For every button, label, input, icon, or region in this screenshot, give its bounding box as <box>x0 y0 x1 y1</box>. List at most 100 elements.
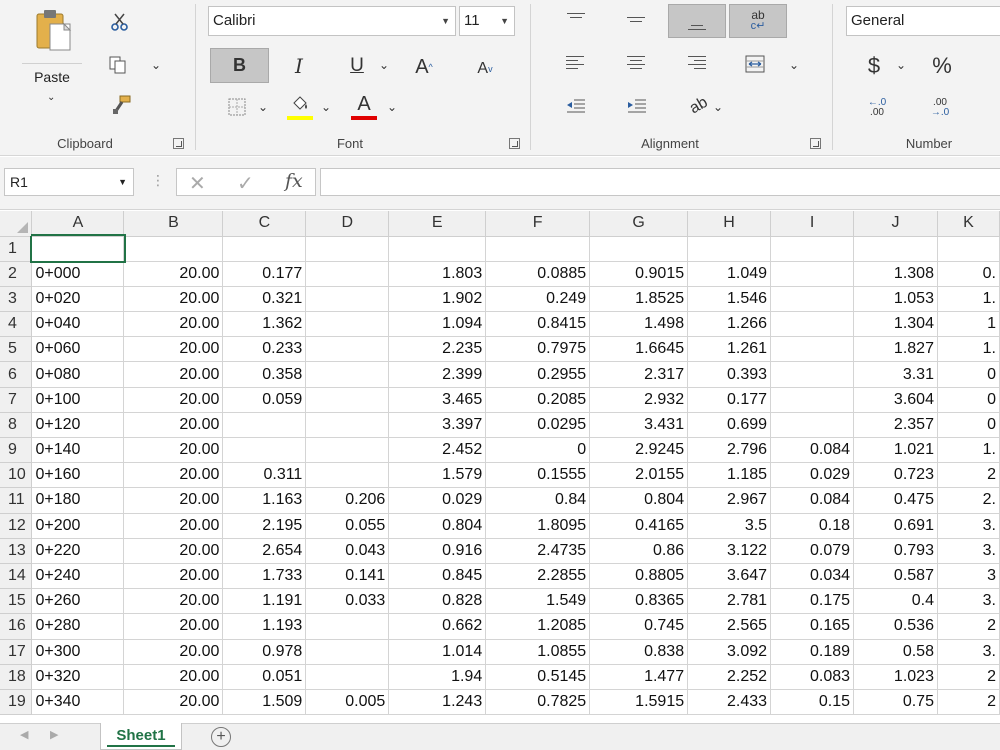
cell[interactable]: 2.654 <box>222 538 307 564</box>
cell[interactable]: 0.033 <box>305 588 390 615</box>
cell[interactable]: 0+320 <box>31 664 125 690</box>
cell[interactable] <box>305 286 390 313</box>
cell[interactable]: 0.059 <box>222 387 307 413</box>
cell[interactable]: 1.498 <box>589 311 689 338</box>
cell[interactable]: 1.0855 <box>485 639 591 665</box>
cell[interactable]: 1.6645 <box>589 336 689 363</box>
grow-font-button[interactable]: A ^ <box>410 52 438 82</box>
chevron-down-icon[interactable]: ▼ <box>500 7 509 35</box>
cell[interactable] <box>222 437 307 464</box>
cell[interactable]: 0 <box>937 412 1000 439</box>
cell[interactable]: 20.00 <box>123 437 224 464</box>
drag-handle-icon[interactable]: ⋮ <box>151 172 165 189</box>
add-sheet-icon[interactable]: + <box>211 727 231 747</box>
cancel-icon[interactable]: ✕ <box>189 171 206 196</box>
percent-button[interactable]: % <box>928 52 956 80</box>
column-header[interactable]: I <box>770 211 855 237</box>
copy-dropdown-icon[interactable]: ⌄ <box>151 58 161 72</box>
font-color-dropdown-icon[interactable]: ⌄ <box>387 100 397 114</box>
cell[interactable]: 1.053 <box>853 286 938 313</box>
cell[interactable]: 0+220 <box>31 538 125 564</box>
column-header[interactable]: C <box>222 211 307 237</box>
cell[interactable]: 0.8415 <box>485 311 591 338</box>
cell[interactable]: 1.733 <box>222 563 307 590</box>
align-right-icon[interactable] <box>688 56 706 72</box>
cell[interactable]: 1.579 <box>388 462 487 489</box>
cell[interactable]: 2.2855 <box>485 563 591 590</box>
cell[interactable]: 2.0155 <box>589 462 689 489</box>
cell[interactable]: 0.029 <box>770 462 855 489</box>
cell[interactable] <box>770 286 855 313</box>
cell[interactable]: 0.079 <box>770 538 855 564</box>
row-header[interactable]: 14 <box>0 563 33 590</box>
cell[interactable]: 3.092 <box>687 639 772 665</box>
cell[interactable]: 0.358 <box>222 361 307 388</box>
cell[interactable]: 0.051 <box>222 664 307 690</box>
cell[interactable]: 0+240 <box>31 563 125 590</box>
cell[interactable]: 0.662 <box>388 613 487 640</box>
cell[interactable] <box>222 412 307 439</box>
cell[interactable]: 20.00 <box>123 336 224 363</box>
column-header[interactable]: E <box>388 211 487 237</box>
cell[interactable]: 1.261 <box>687 336 772 363</box>
cell[interactable]: 0.86 <box>589 538 689 564</box>
insert-function-icon[interactable]: fx <box>285 170 303 192</box>
cell[interactable]: 1.8525 <box>589 286 689 313</box>
cell[interactable]: 3.465 <box>388 387 487 413</box>
cell[interactable]: 1.243 <box>388 689 487 716</box>
cell[interactable]: 3.122 <box>687 538 772 564</box>
cell[interactable]: 1.266 <box>687 311 772 338</box>
cell[interactable]: 1.023 <box>853 664 938 690</box>
cell[interactable]: 1.5915 <box>589 689 689 716</box>
cell[interactable]: 20.00 <box>123 513 224 539</box>
borders-dropdown-icon[interactable]: ⌄ <box>258 100 268 114</box>
cell[interactable]: 3. <box>937 639 1000 665</box>
cell[interactable]: 1.185 <box>687 462 772 489</box>
wrap-text-button[interactable]: ab c↵ <box>729 4 787 38</box>
cell[interactable] <box>305 412 390 439</box>
row-header[interactable]: 3 <box>0 286 33 313</box>
cell[interactable]: 0+080 <box>31 361 125 388</box>
cell[interactable] <box>770 361 855 388</box>
underline-button[interactable]: U <box>344 52 370 80</box>
cell[interactable]: 0.4165 <box>589 513 689 539</box>
cell[interactable]: 20.00 <box>123 462 224 489</box>
cell[interactable]: 2.399 <box>388 361 487 388</box>
column-header[interactable]: K <box>937 211 1000 237</box>
cell[interactable]: 2.796 <box>687 437 772 464</box>
paste-icon[interactable] <box>34 8 74 52</box>
cell[interactable]: 20.00 <box>123 538 224 564</box>
cell[interactable]: 0+140 <box>31 437 125 464</box>
cell[interactable]: 3.431 <box>589 412 689 439</box>
cell[interactable]: 1.304 <box>853 311 938 338</box>
cell[interactable]: 2.452 <box>388 437 487 464</box>
cell[interactable]: 0.055 <box>305 513 390 539</box>
cell[interactable]: 0.699 <box>687 412 772 439</box>
cell[interactable]: 0.249 <box>485 286 591 313</box>
column-header[interactable]: G <box>589 211 689 237</box>
cell[interactable]: 1 <box>937 311 1000 338</box>
cell[interactable]: 0.177 <box>687 387 772 413</box>
cell[interactable] <box>123 236 224 262</box>
cell[interactable]: 2.932 <box>589 387 689 413</box>
cell[interactable] <box>305 236 390 262</box>
row-header[interactable]: 10 <box>0 462 33 489</box>
row-header[interactable]: 12 <box>0 513 33 539</box>
cell[interactable]: 1.509 <box>222 689 307 716</box>
cell[interactable] <box>305 462 390 489</box>
row-header[interactable]: 6 <box>0 361 33 388</box>
cell[interactable]: 0+020 <box>31 286 125 313</box>
cell[interactable] <box>770 412 855 439</box>
cell[interactable]: 1.362 <box>222 311 307 338</box>
cell[interactable]: 2.781 <box>687 588 772 615</box>
cell[interactable]: 2.317 <box>589 361 689 388</box>
cell[interactable]: 0 <box>937 387 1000 413</box>
cell[interactable]: 1.546 <box>687 286 772 313</box>
cell[interactable]: 0 <box>485 437 591 464</box>
cell[interactable]: 0.978 <box>222 639 307 665</box>
cell[interactable] <box>770 236 855 262</box>
cell[interactable] <box>305 387 390 413</box>
cell[interactable]: 1.191 <box>222 588 307 615</box>
cell[interactable]: 2 <box>937 689 1000 716</box>
cell[interactable] <box>305 336 390 363</box>
